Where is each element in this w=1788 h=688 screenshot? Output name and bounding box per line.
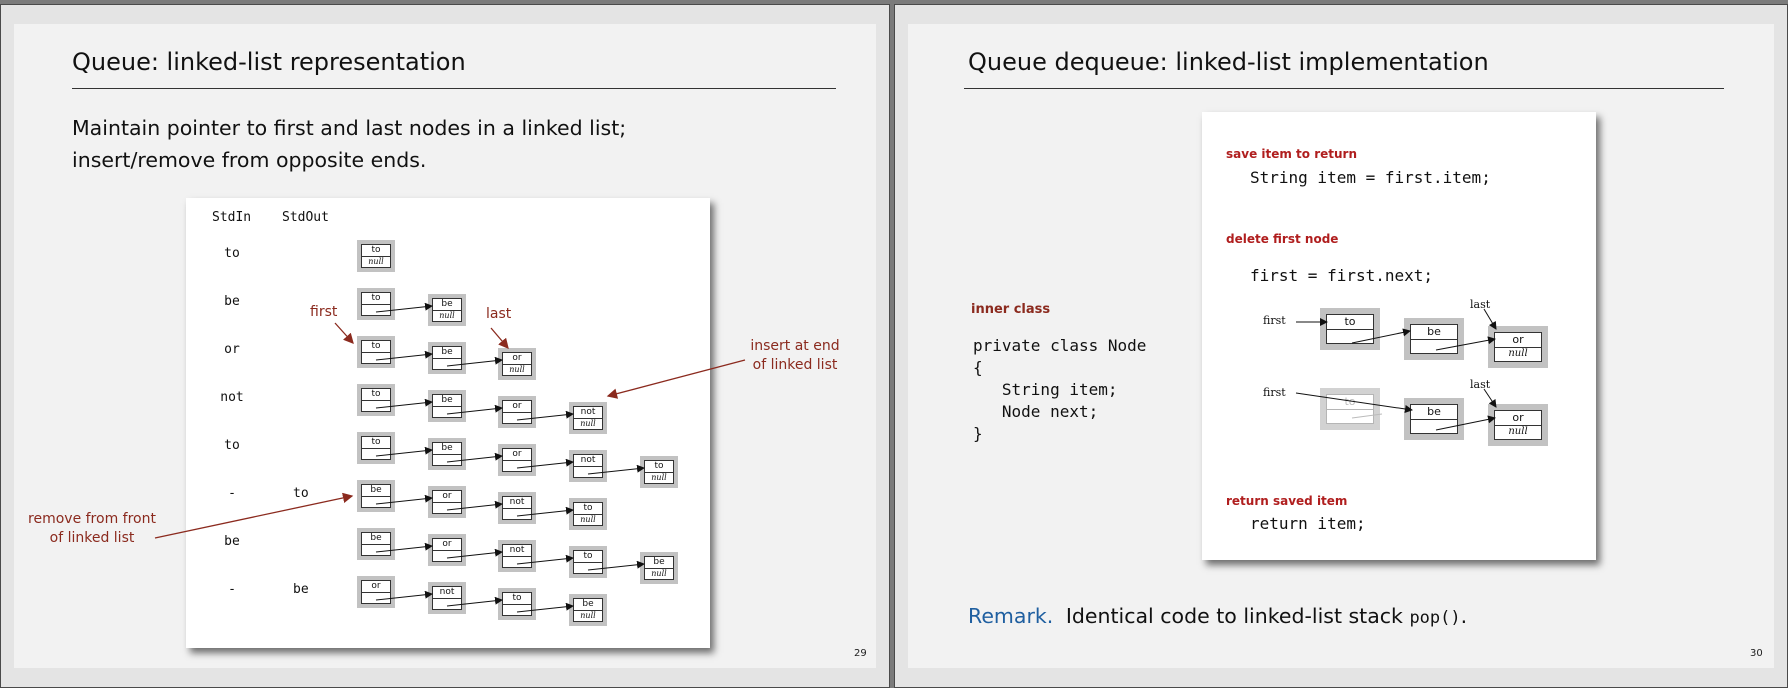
last-arrow-2 [1483, 388, 1497, 408]
diagram-first-label-1: first [1263, 314, 1286, 327]
first-arrow-2 [1295, 392, 1413, 413]
remark-code: pop() [1409, 608, 1461, 628]
next-arrow-1a [1351, 328, 1411, 344]
remark-label: Remark. [968, 604, 1054, 628]
next-arrow-1b [1435, 336, 1496, 351]
remark-text: Identical code to linked-list stack [1065, 604, 1410, 628]
dequeue-arrows [1295, 308, 1497, 431]
ghost-next-arrow [1351, 413, 1383, 419]
remark: Remark. Identical code to linked-list st… [968, 604, 1467, 628]
next-arrow-2 [1435, 415, 1496, 431]
diagram-last-label-2: last [1470, 378, 1491, 391]
last-arrow-1 [1483, 308, 1497, 330]
diagram-last-label-1: last [1470, 298, 1491, 311]
remark-end: . [1460, 604, 1468, 628]
diagram-first-label-2: first [1263, 386, 1286, 399]
